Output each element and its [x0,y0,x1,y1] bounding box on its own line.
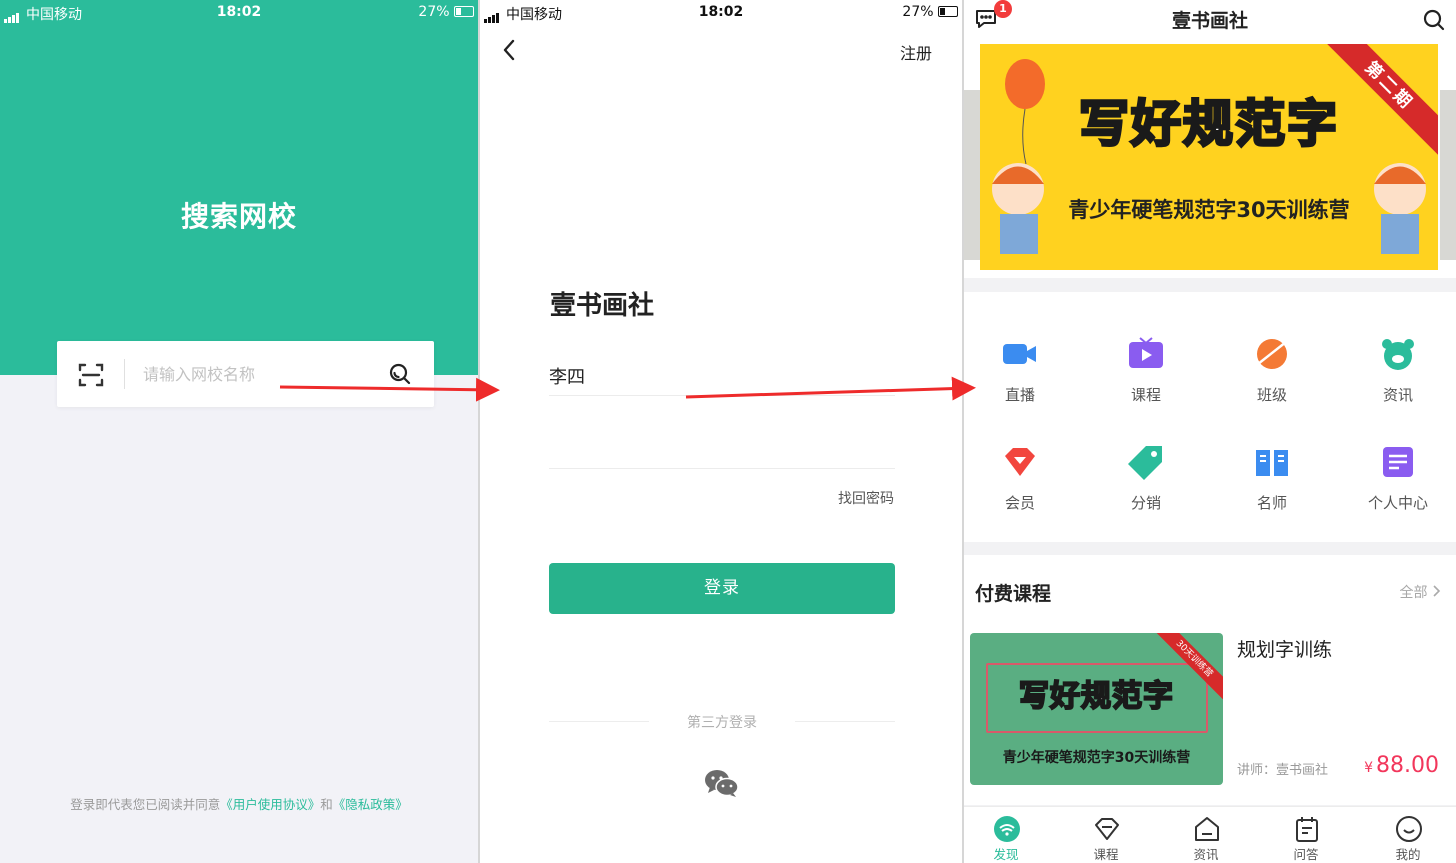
home-screen: 1 壹书画社 写好规范字 青少年硬笔规范字30天训练营 第二期 直播 课程 班级… [964,0,1456,863]
home-header: 1 壹书画社 [964,0,1456,40]
course-thumbnail[interactable]: 写好规范字 青少年硬笔规范字30天训练营 30天训练营 [970,633,1223,785]
search-divider [124,359,125,389]
tab-news[interactable]: 资讯 [1166,807,1246,863]
discover-icon [994,816,1020,842]
menu-item-label: 资讯 [1382,386,1413,404]
battery-icon [938,6,958,17]
tab-label: 发现 [993,847,1019,862]
banner-image[interactable]: 写好规范字 青少年硬笔规范字30天训练营 第二期 [980,44,1438,270]
course-price: ¥88.00 [1364,753,1439,778]
battery-percent: 27% [418,4,450,20]
menu-item-label: 个人中心 [1367,494,1428,512]
search-school-screen: 中国移动 18:02 27% 搜索网校 登录即代表您已阅读并同意《用户使用协议》… [0,0,478,863]
search-icon[interactable] [1422,8,1446,36]
menu-item-label: 班级 [1256,386,1287,404]
menu-item-news[interactable]: 资讯 [1342,334,1454,434]
search-header-background [0,0,478,375]
agreement-prefix: 登录即代表您已阅读并同意 [70,797,221,812]
profile-smile-icon [1396,816,1422,842]
video-camera-icon [1003,344,1036,364]
profile-card-icon [1383,447,1413,477]
username-field[interactable] [549,356,895,396]
tv-play-icon [1129,337,1163,368]
back-icon[interactable] [500,38,520,66]
school-search-input[interactable] [143,362,363,386]
menu-item-label: 名师 [1256,494,1287,512]
login-button[interactable]: 登录 [549,563,895,614]
register-link[interactable]: 注册 [900,40,932,64]
menu-item-label: 分销 [1130,494,1161,512]
course-teacher: 讲师：壹书画社 [1237,763,1329,778]
privacy-link[interactable]: 《隐私政策》 [333,797,408,812]
status-time: 18:02 [698,4,744,20]
tab-courses[interactable]: 课程 [1066,807,1146,863]
battery-icon [454,6,474,17]
banner-prev-peek [964,90,980,260]
tag-icon [1128,446,1162,480]
menu-item-member[interactable]: 会员 [964,442,1076,542]
section-title: 付费课程 [975,583,1052,605]
login-title: 壹书画社 [550,291,655,321]
view-all-link[interactable]: 全部 [1400,582,1442,602]
thumbnail-subtitle: 青少年硬笔规范字30天训练营 [1002,750,1191,766]
paid-courses-section: 付费课程 全部 写好规范字 青少年硬笔规范字30天训练营 30天训练营 规划字训… [964,555,1456,805]
menu-item-profile-center[interactable]: 个人中心 [1342,442,1454,542]
price-value: 88.00 [1376,753,1439,778]
planet-icon [1257,339,1287,369]
status-time: 18:02 [216,4,262,20]
banner-title: 写好规范字 [1078,94,1339,155]
menu-item-distribution[interactable]: 分销 [1090,442,1202,542]
menu-item-teachers[interactable]: 名师 [1216,442,1328,542]
news-home-icon [1195,817,1219,841]
banner-next-peek [1440,90,1456,260]
banner-subtitle: 青少年硬笔规范字30天训练营 [1068,198,1350,222]
tab-qa[interactable]: 问答 [1266,807,1346,863]
tab-mine[interactable]: 我的 [1368,807,1448,863]
qa-calendar-icon [1296,817,1318,842]
menu-item-live[interactable]: 直播 [964,334,1076,434]
status-bar: 中国移动 18:02 27% [480,0,962,26]
menu-item-class[interactable]: 班级 [1216,334,1328,434]
password-field[interactable] [549,429,895,469]
wechat-icon[interactable] [704,768,740,802]
course-diamond-icon [1095,818,1119,840]
login-screen: 中国移动 18:02 27% 注册 壹书画社 找回密码 登录 第三方登录 [480,0,962,863]
search-icon[interactable] [388,362,412,390]
tab-label: 资讯 [1193,847,1219,862]
menu-item-label: 直播 [1004,386,1035,404]
tab-discover[interactable]: 发现 [966,807,1046,863]
battery-percent: 27% [902,4,934,20]
course-name[interactable]: 规划字训练 [1237,635,1332,662]
terms-link[interactable]: 《用户使用协议》 [220,797,320,812]
school-search-box [57,341,434,407]
chevron-right-icon [1433,585,1441,597]
scan-icon[interactable] [77,361,105,393]
menu-item-label: 课程 [1130,386,1161,404]
tab-label: 课程 [1093,847,1119,862]
thumbnail-title: 写好规范字 [1018,678,1174,715]
view-all-label: 全部 [1399,585,1428,601]
battery-indicator: 27% [418,4,474,20]
divider-line-right [795,721,895,722]
feature-menu: 直播 课程 班级 资讯 会员 分销 名师 个人中心 [964,292,1456,542]
news-bear-icon [1382,339,1414,370]
diamond-icon [1005,448,1035,476]
tab-label: 我的 [1395,847,1421,862]
status-bar: 中国移动 18:02 27% [0,0,478,26]
agreement-and: 和 [320,797,333,812]
book-icon [1256,450,1288,476]
menu-item-label: 会员 [1004,494,1035,512]
agreement-text: 登录即代表您已阅读并同意《用户使用协议》和《隐私政策》 [0,794,478,813]
price-currency: ¥ [1364,760,1374,776]
tab-label: 问答 [1293,847,1319,862]
battery-indicator: 27% [902,4,958,20]
third-party-login-divider: 第三方登录 [549,712,895,732]
third-party-label: 第三方登录 [687,715,757,731]
menu-item-courses[interactable]: 课程 [1090,334,1202,434]
home-title: 壹书画社 [1171,10,1248,32]
page-title: 搜索网校 [180,200,297,233]
forgot-password-link[interactable]: 找回密码 [838,488,894,508]
bottom-tab-bar: 发现 课程 资讯 问答 我的 [964,806,1456,863]
